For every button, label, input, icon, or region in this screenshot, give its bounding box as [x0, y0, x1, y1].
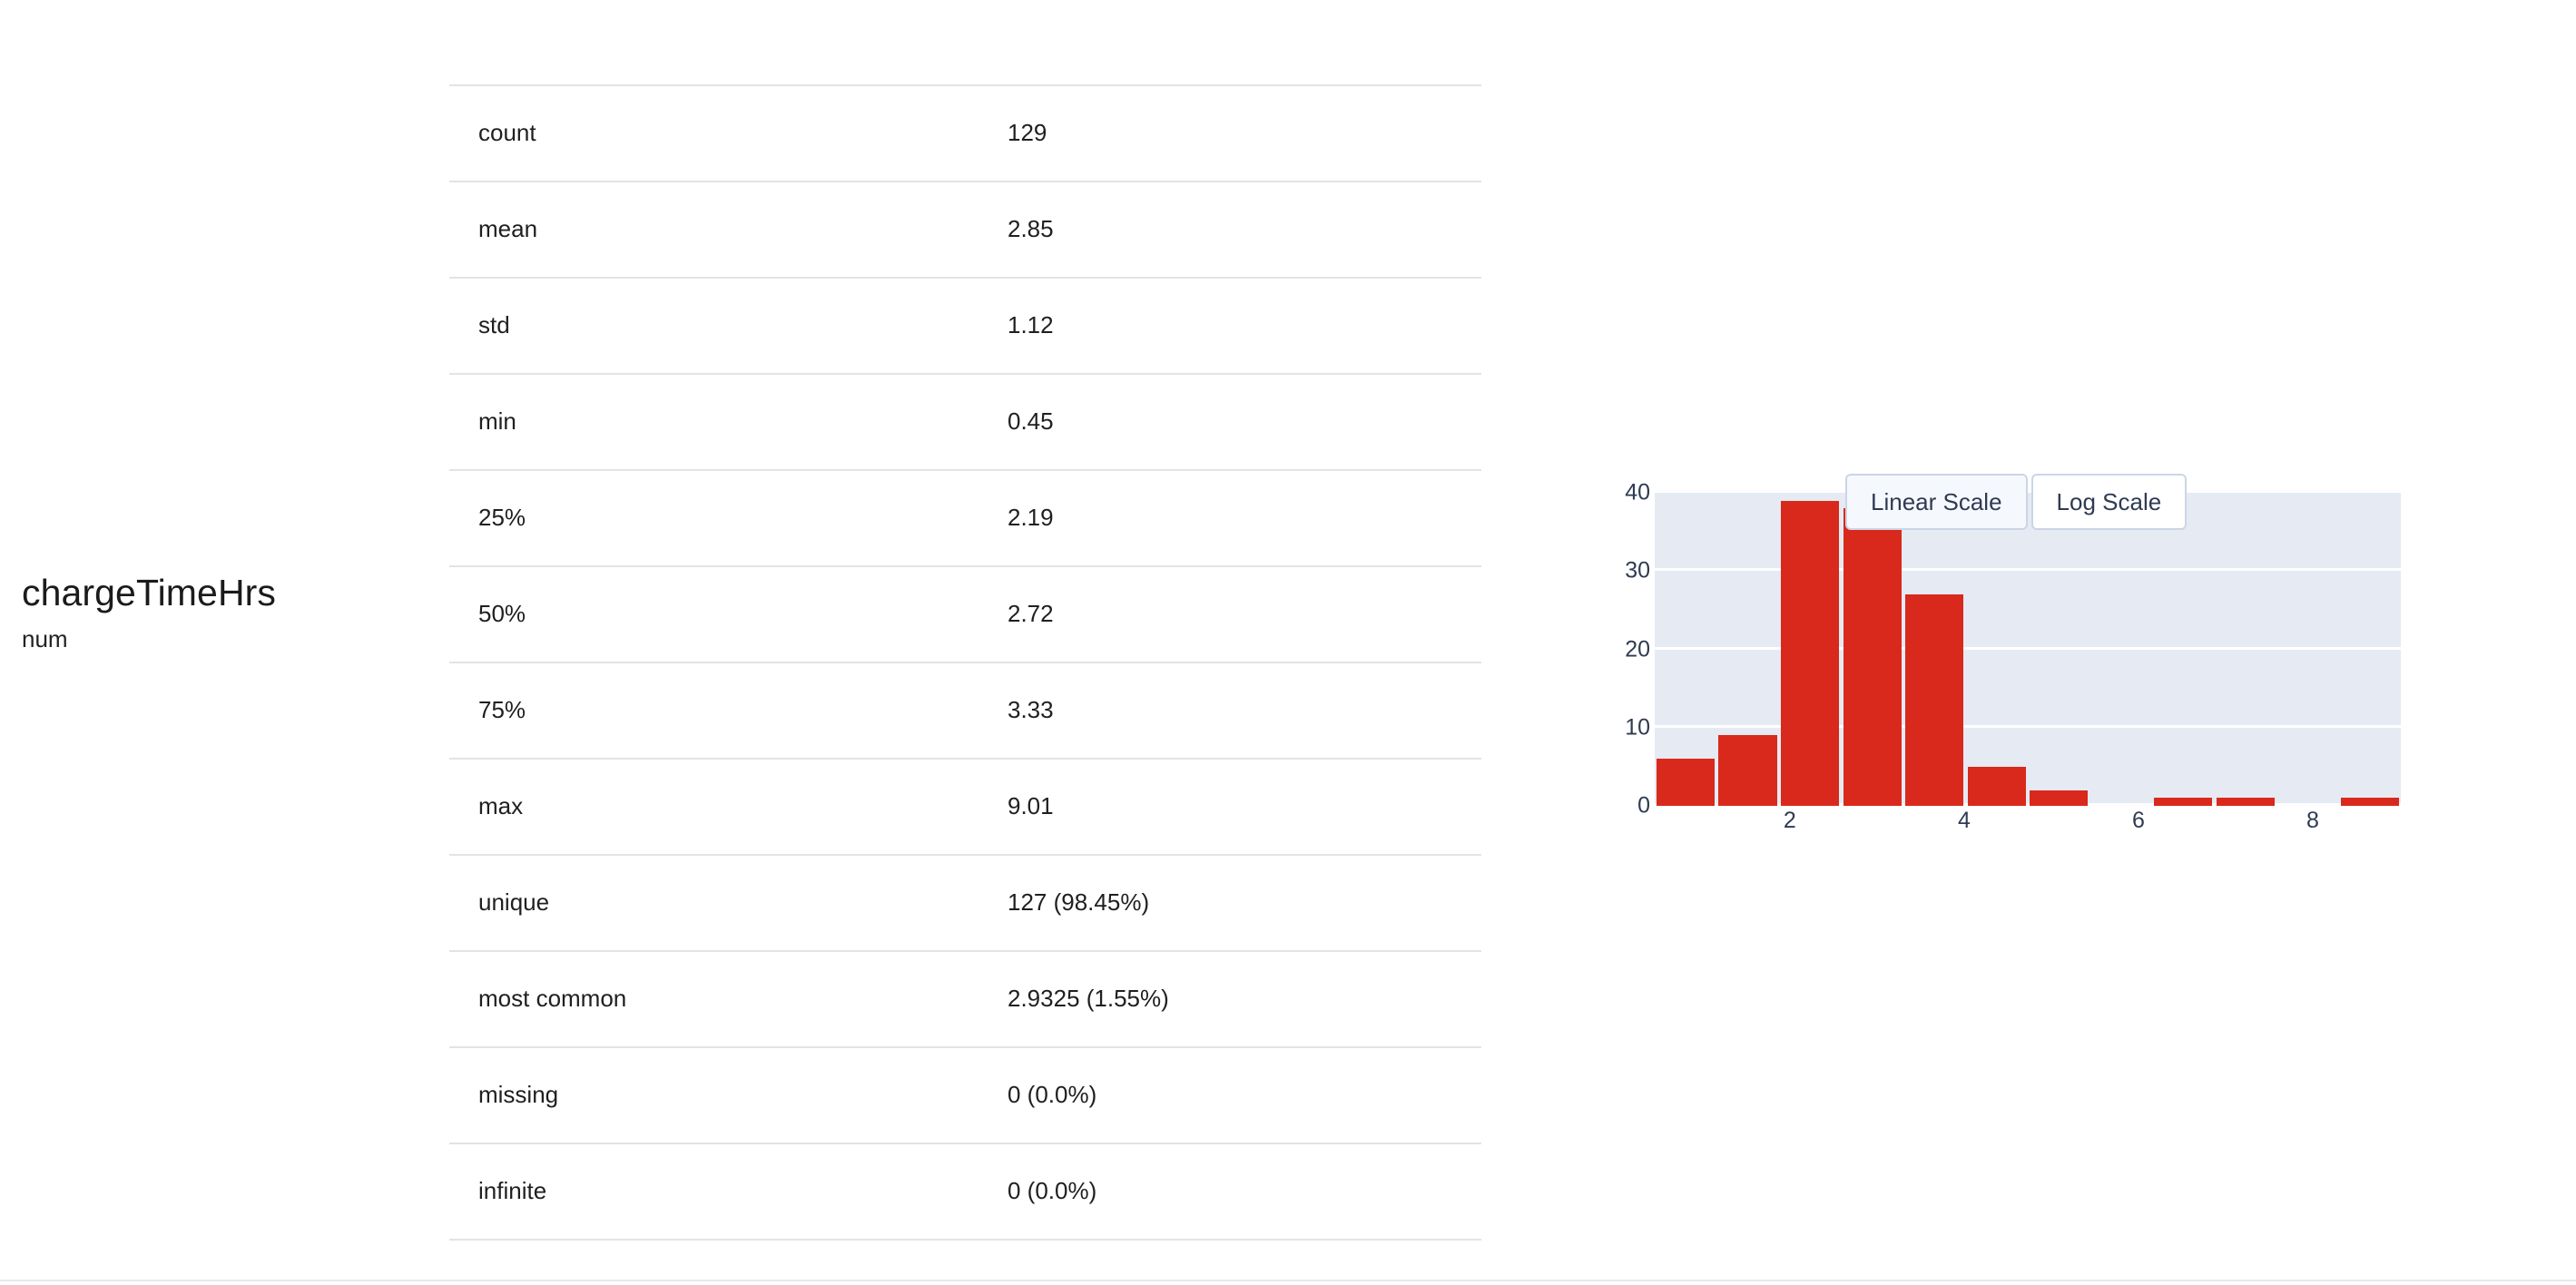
- statistics-table-body: count 129 mean 2.85 std 1.12 min 0.45 25% 2.19 50%…: [449, 84, 1481, 1241]
- linear-scale-button[interactable]: Linear Scale: [1845, 474, 2028, 530]
- x-axis-tick-label: 4: [1957, 808, 1971, 833]
- y-axis-tick-label: 30: [1625, 557, 1650, 584]
- column-name: chargeTimeHrs: [22, 572, 277, 613]
- stat-label: mean: [449, 181, 1008, 278]
- stat-value: 0.45: [1008, 373, 1481, 470]
- histogram-bar: [2154, 798, 2213, 806]
- y-axis-tick-label: 10: [1625, 714, 1650, 741]
- stat-value: 0 (0.0%): [1008, 1143, 1481, 1241]
- histogram-bar: [1967, 766, 2026, 806]
- x-axis-tick-label: 8: [2306, 808, 2319, 833]
- table-row: std 1.12: [449, 277, 1481, 374]
- stat-label: std: [449, 277, 1008, 374]
- histogram-x-axis: 2 4 6 8: [1655, 806, 2401, 842]
- stat-label: min: [449, 373, 1008, 470]
- stat-label: most common: [449, 950, 1008, 1047]
- histogram-bar: [2340, 798, 2399, 806]
- histogram-plot-area: [1655, 490, 2401, 806]
- table-row: max 9.01: [449, 758, 1481, 855]
- table-row: mean 2.85: [449, 181, 1481, 278]
- stat-label: missing: [449, 1046, 1008, 1143]
- stat-value: 127 (98.45%): [1008, 854, 1481, 951]
- y-axis-tick-label: 20: [1625, 636, 1650, 662]
- histogram-panel: 0 10 20 30 40 2 4 6 8 Linear Scale Log Scale: [1598, 472, 2433, 835]
- table-row: count 129: [449, 84, 1481, 181]
- column-identity: chargeTimeHrs num: [22, 572, 421, 653]
- stat-value: 3.33: [1008, 662, 1481, 759]
- table-row: most common 2.9325 (1.55%): [449, 950, 1481, 1047]
- histogram-bar: [1718, 735, 1777, 806]
- stat-value: 2.85: [1008, 181, 1481, 278]
- table-row: 25% 2.19: [449, 469, 1481, 566]
- table-row: unique 127 (98.45%): [449, 854, 1481, 951]
- table-row: min 0.45: [449, 373, 1481, 470]
- x-axis-tick-label: 2: [1783, 808, 1796, 833]
- stat-value: 2.19: [1008, 469, 1481, 566]
- table-row: 75% 3.33: [449, 662, 1481, 759]
- stat-value: 1.12: [1008, 277, 1481, 374]
- stat-value: 2.72: [1008, 565, 1481, 662]
- histogram-bar: [1904, 594, 1964, 806]
- histogram-bars: [1655, 493, 2401, 806]
- x-axis-tick-label: 6: [2132, 808, 2145, 833]
- histogram-bar: [2216, 798, 2275, 806]
- stat-value: 0 (0.0%): [1008, 1046, 1481, 1143]
- histogram-bar: [1657, 759, 1716, 806]
- stat-value: 2.9325 (1.55%): [1008, 950, 1481, 1047]
- stat-value: 9.01: [1008, 758, 1481, 855]
- histogram-bar: [1781, 500, 1840, 806]
- histogram-bar: [2030, 790, 2089, 806]
- y-axis-tick-label: 0: [1637, 792, 1650, 819]
- stat-label: 75%: [449, 662, 1008, 759]
- stat-label: max: [449, 758, 1008, 855]
- statistics-table: count 129 mean 2.85 std 1.12 min 0.45 25% 2.19 50%…: [449, 84, 1481, 1241]
- stat-label: count: [449, 84, 1008, 181]
- y-axis-tick-label: 40: [1625, 479, 1650, 505]
- scale-toggle-group: Linear Scale Log Scale: [1845, 474, 2188, 530]
- stat-value: 129: [1008, 84, 1481, 181]
- column-summary-row: chargeTimeHrs num count 129 mean 2.85 std 1.1…: [0, 0, 2576, 1281]
- table-row: 50% 2.72: [449, 565, 1481, 662]
- stat-label: infinite: [449, 1143, 1008, 1241]
- page-divider: [0, 1280, 2576, 1281]
- column-dtype: num: [22, 625, 68, 653]
- stat-label: 25%: [449, 469, 1008, 566]
- table-row: infinite 0 (0.0%): [449, 1143, 1481, 1241]
- stat-label: 50%: [449, 565, 1008, 662]
- table-row: missing 0 (0.0%): [449, 1046, 1481, 1143]
- stat-label: unique: [449, 854, 1008, 951]
- histogram-bar: [1843, 508, 1902, 806]
- histogram-y-axis: 0 10 20 30 40: [1598, 472, 1650, 835]
- log-scale-button[interactable]: Log Scale: [2030, 474, 2188, 530]
